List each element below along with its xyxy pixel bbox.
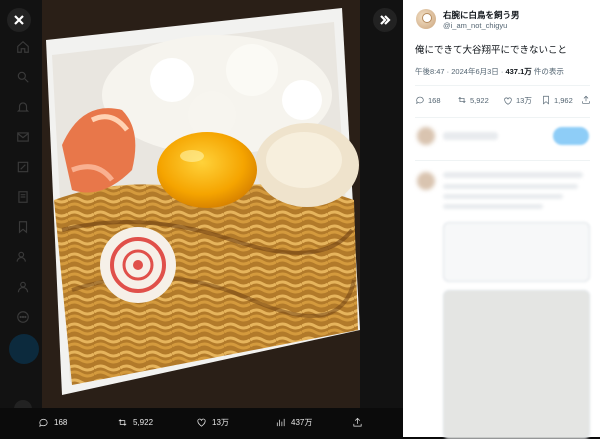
view-count: 437万 bbox=[291, 418, 313, 427]
heart-icon bbox=[197, 418, 206, 427]
reply-stat-count: 168 bbox=[428, 95, 441, 105]
like-action[interactable]: 13万 bbox=[196, 417, 229, 428]
author-display-name[interactable]: 右腕に白鳥を飼う男 bbox=[443, 9, 520, 21]
tweet-timestamp[interactable]: 午後8:47 · 2024年6月3日 · bbox=[415, 67, 505, 76]
reply-stat[interactable]: 168 bbox=[415, 95, 441, 105]
tweet-views-count: 437.1万 bbox=[505, 67, 532, 76]
share-stat[interactable] bbox=[581, 95, 594, 105]
repost-stat-count: 5,922 bbox=[470, 95, 489, 105]
reply-author-avatar bbox=[417, 172, 435, 190]
bookmark-stat[interactable]: 1,962 bbox=[541, 95, 573, 105]
dimmed-sidebar bbox=[12, 36, 34, 336]
bookmark-icon bbox=[12, 216, 34, 238]
heart-icon bbox=[504, 97, 512, 105]
bell-icon bbox=[12, 96, 34, 118]
expand-panel-button[interactable] bbox=[373, 8, 397, 32]
reply-submit-button[interactable] bbox=[553, 127, 589, 145]
more-icon bbox=[12, 306, 34, 328]
reply-text-line bbox=[443, 194, 563, 199]
reply-composer-avatar bbox=[417, 127, 435, 145]
list-icon bbox=[12, 186, 34, 208]
tweet-text: 俺にできて大谷翔平にできないこと bbox=[415, 45, 568, 56]
reply-composer-input[interactable] bbox=[443, 132, 498, 140]
reply-text-line bbox=[443, 184, 578, 189]
like-stat-count: 13万 bbox=[516, 96, 532, 105]
comment-icon bbox=[39, 418, 48, 427]
repost-stat[interactable]: 5,922 bbox=[457, 95, 489, 105]
views-action[interactable]: 437万 bbox=[275, 417, 312, 428]
quoted-image[interactable] bbox=[443, 290, 590, 439]
comment-icon bbox=[416, 96, 424, 104]
share-icon bbox=[353, 417, 362, 427]
profile-icon bbox=[12, 276, 34, 298]
bookmark-icon bbox=[543, 95, 549, 105]
like-count: 13万 bbox=[212, 418, 229, 427]
search-icon bbox=[12, 66, 34, 88]
quoted-card[interactable] bbox=[443, 222, 590, 282]
close-icon bbox=[14, 15, 24, 25]
grok-icon bbox=[12, 156, 34, 178]
share-icon bbox=[582, 95, 590, 104]
mail-icon bbox=[12, 126, 34, 148]
reply-count: 168 bbox=[54, 418, 68, 427]
share-action[interactable] bbox=[352, 417, 368, 428]
tweet-views-suffix: 件の表示 bbox=[531, 67, 564, 76]
repost-count: 5,922 bbox=[133, 418, 154, 427]
tweet-detail-panel: 右腕に白鳥を飼う男 @i_am_not_chigyu 俺にできて大谷翔平にできな… bbox=[403, 0, 600, 439]
divider bbox=[415, 85, 590, 86]
divider bbox=[415, 117, 590, 118]
repost-icon bbox=[118, 419, 127, 426]
repost-icon bbox=[458, 97, 466, 103]
dimmed-post-button bbox=[9, 334, 39, 364]
home-icon bbox=[12, 36, 34, 58]
author-avatar[interactable] bbox=[416, 9, 436, 29]
bar-chart-icon bbox=[276, 418, 285, 427]
reply-text-line bbox=[443, 204, 543, 209]
like-stat[interactable]: 13万 bbox=[503, 95, 532, 106]
double-chevron-right-icon bbox=[380, 15, 391, 25]
divider bbox=[415, 160, 590, 161]
tweet-meta: 午後8:47 · 2024年6月3日 · 437.1万 件の表示 bbox=[415, 66, 564, 77]
food-photo bbox=[42, 0, 360, 408]
media-action-bar: 168 5,922 13万 437万 bbox=[0, 408, 403, 437]
reply-action[interactable]: 168 bbox=[38, 417, 67, 428]
author-handle[interactable]: @i_am_not_chigyu bbox=[443, 21, 507, 30]
repost-action[interactable]: 5,922 bbox=[117, 417, 153, 428]
close-button[interactable] bbox=[7, 8, 31, 32]
people-icon bbox=[12, 246, 34, 268]
reply-header bbox=[443, 172, 583, 178]
bookmark-stat-count: 1,962 bbox=[554, 95, 573, 105]
post-image[interactable] bbox=[42, 0, 360, 408]
